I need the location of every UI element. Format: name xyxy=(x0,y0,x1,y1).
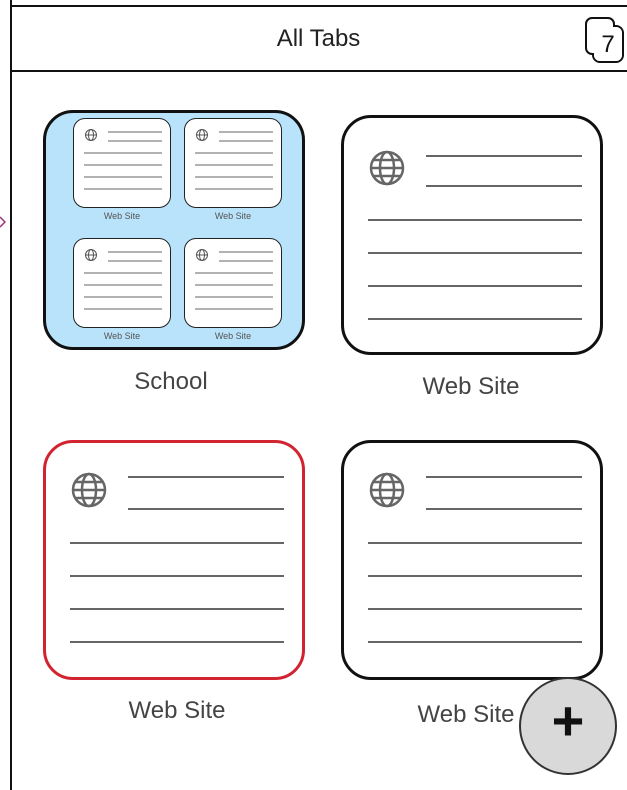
mini-tab-label: Web Site xyxy=(214,211,252,221)
group-label: School xyxy=(134,368,208,395)
mini-tab-label: Web Site xyxy=(103,331,141,341)
tab-label: Web Site xyxy=(422,373,520,400)
page-title: All Tabs xyxy=(276,25,361,52)
globe-icon xyxy=(196,129,208,141)
header-bar: All Tabs 7 xyxy=(10,5,627,72)
globe-icon xyxy=(369,472,405,508)
globe-icon xyxy=(369,150,405,186)
mini-tab-thumbnail xyxy=(73,118,171,208)
mini-tab-thumbnail xyxy=(73,238,171,328)
tab-group-card[interactable]: Web Site Web Site Web Site Web Site xyxy=(43,110,305,350)
add-tab-button[interactable]: + xyxy=(519,677,617,775)
edge-arrow-icon xyxy=(0,216,6,228)
globe-icon xyxy=(85,129,97,141)
globe-icon xyxy=(71,472,107,508)
tab-card[interactable] xyxy=(341,115,603,355)
tab-label: Web Site xyxy=(128,697,226,724)
tab-card-selected[interactable] xyxy=(43,440,305,680)
tab-count-number: 7 xyxy=(601,31,615,58)
mini-tab-label: Web Site xyxy=(103,211,141,221)
globe-icon xyxy=(196,249,208,261)
tab-count-button[interactable]: 7 xyxy=(585,17,624,63)
mini-tab-label: Web Site xyxy=(214,331,252,341)
mini-tab-thumbnail xyxy=(184,238,282,328)
plus-icon: + xyxy=(551,689,585,752)
globe-icon xyxy=(85,249,97,261)
tab-card[interactable] xyxy=(341,440,603,680)
mini-tab-thumbnail xyxy=(184,118,282,208)
